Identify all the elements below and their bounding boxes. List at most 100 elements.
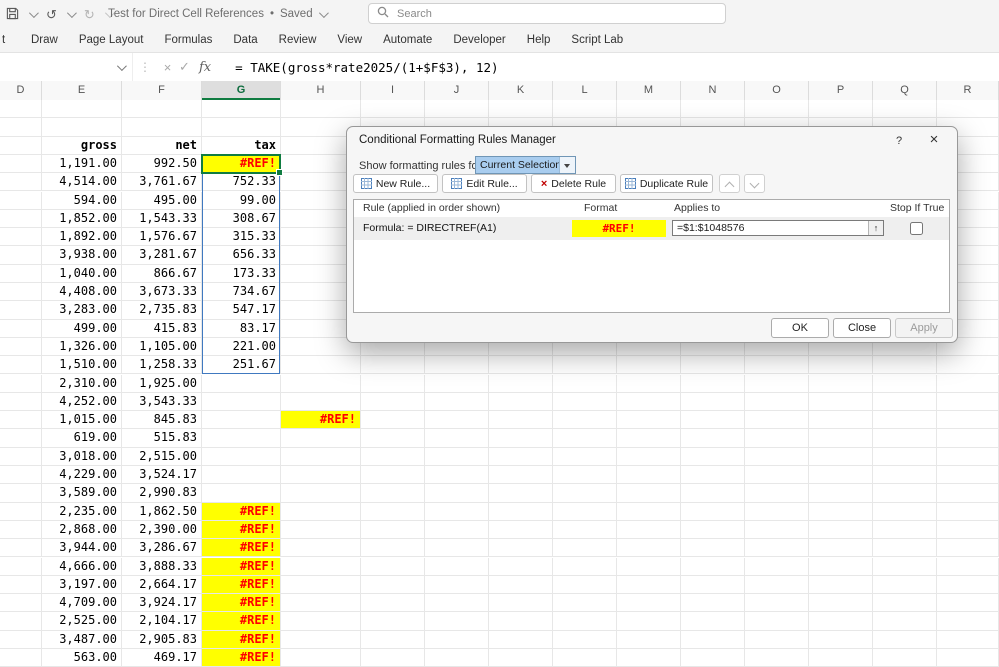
column-header-E[interactable]: E	[42, 81, 122, 100]
cell-K27[interactable]	[489, 576, 553, 594]
cell-D12[interactable]	[0, 301, 42, 319]
cell-D25[interactable]	[0, 539, 42, 557]
cell-L31[interactable]	[553, 649, 617, 667]
cell-R20[interactable]	[937, 448, 999, 466]
cell-I21[interactable]	[361, 466, 425, 484]
cell-F13[interactable]: 415.83	[122, 320, 202, 338]
cell-O30[interactable]	[745, 631, 809, 649]
cell-H22[interactable]	[281, 484, 361, 502]
cell-K1[interactable]	[489, 100, 553, 118]
cell-R30[interactable]	[937, 631, 999, 649]
cell-E23[interactable]: 2,235.00	[42, 503, 122, 521]
cell-D8[interactable]	[0, 228, 42, 246]
cell-P16[interactable]	[809, 375, 873, 393]
cell-L17[interactable]	[553, 393, 617, 411]
column-header-G[interactable]: G	[202, 81, 281, 100]
cell-M28[interactable]	[617, 594, 681, 612]
cell-O20[interactable]	[745, 448, 809, 466]
cell-J17[interactable]	[425, 393, 489, 411]
cell-F23[interactable]: 1,862.50	[122, 503, 202, 521]
cell-D17[interactable]	[0, 393, 42, 411]
cell-G30[interactable]: #REF!	[202, 631, 281, 649]
cell-N28[interactable]	[681, 594, 745, 612]
cell-J25[interactable]	[425, 539, 489, 557]
cell-M20[interactable]	[617, 448, 681, 466]
cell-P27[interactable]	[809, 576, 873, 594]
cell-R17[interactable]	[937, 393, 999, 411]
name-box-dropdown-icon[interactable]	[117, 61, 127, 71]
cell-I26[interactable]	[361, 558, 425, 576]
cell-K28[interactable]	[489, 594, 553, 612]
cell-O1[interactable]	[745, 100, 809, 118]
cell-Q24[interactable]	[873, 521, 937, 539]
cell-I16[interactable]	[361, 375, 425, 393]
cell-D6[interactable]	[0, 192, 42, 210]
insert-function-icon[interactable]: fx	[199, 60, 211, 75]
cell-J19[interactable]	[425, 429, 489, 447]
cell-G14[interactable]: 221.00	[202, 338, 281, 356]
cell-G31[interactable]: #REF!	[202, 649, 281, 667]
cell-P15[interactable]	[809, 356, 873, 374]
tab-view[interactable]: View	[337, 34, 362, 46]
tab-data[interactable]: Data	[233, 34, 257, 46]
cell-G17[interactable]	[202, 393, 281, 411]
cell-P1[interactable]	[809, 100, 873, 118]
tab-script-lab[interactable]: Script Lab	[571, 34, 623, 46]
cell-G18[interactable]	[202, 411, 281, 429]
column-header-M[interactable]: M	[617, 81, 681, 100]
cell-O24[interactable]	[745, 521, 809, 539]
cell-E1[interactable]	[42, 100, 122, 118]
cell-G2[interactable]	[202, 118, 281, 136]
document-title[interactable]: Test for Direct Cell References • Saved	[108, 0, 326, 28]
cell-H31[interactable]	[281, 649, 361, 667]
cell-R28[interactable]	[937, 594, 999, 612]
cell-M27[interactable]	[617, 576, 681, 594]
cell-M22[interactable]	[617, 484, 681, 502]
cell-K22[interactable]	[489, 484, 553, 502]
cell-P30[interactable]	[809, 631, 873, 649]
cell-Q21[interactable]	[873, 466, 937, 484]
cell-R24[interactable]	[937, 521, 999, 539]
cell-D1[interactable]	[0, 100, 42, 118]
cell-P26[interactable]	[809, 558, 873, 576]
cell-O31[interactable]	[745, 649, 809, 667]
cell-P23[interactable]	[809, 503, 873, 521]
cell-R27[interactable]	[937, 576, 999, 594]
cell-K17[interactable]	[489, 393, 553, 411]
cell-H17[interactable]	[281, 393, 361, 411]
cell-F15[interactable]: 1,258.33	[122, 356, 202, 374]
cell-I18[interactable]	[361, 411, 425, 429]
cell-M26[interactable]	[617, 558, 681, 576]
cell-G15[interactable]: 251.67	[202, 356, 281, 374]
cell-L1[interactable]	[553, 100, 617, 118]
cell-D31[interactable]	[0, 649, 42, 667]
cell-P29[interactable]	[809, 612, 873, 630]
cell-Q29[interactable]	[873, 612, 937, 630]
ok-button[interactable]: OK	[771, 318, 829, 338]
save-dropdown-icon[interactable]	[29, 8, 39, 18]
cell-D26[interactable]	[0, 558, 42, 576]
cell-M29[interactable]	[617, 612, 681, 630]
cell-J28[interactable]	[425, 594, 489, 612]
cell-L20[interactable]	[553, 448, 617, 466]
cell-H15[interactable]	[281, 356, 361, 374]
cell-F30[interactable]: 2,905.83	[122, 631, 202, 649]
cell-Q20[interactable]	[873, 448, 937, 466]
cell-H30[interactable]	[281, 631, 361, 649]
rule-row[interactable]: Formula: = DIRECTREF(A1) #REF! =$1:$1048…	[354, 217, 949, 240]
cell-J23[interactable]	[425, 503, 489, 521]
cell-Q26[interactable]	[873, 558, 937, 576]
cell-D5[interactable]	[0, 173, 42, 191]
cell-M24[interactable]	[617, 521, 681, 539]
apply-button[interactable]: Apply	[895, 318, 953, 338]
cell-I24[interactable]	[361, 521, 425, 539]
cell-Q1[interactable]	[873, 100, 937, 118]
cell-J24[interactable]	[425, 521, 489, 539]
cell-D30[interactable]	[0, 631, 42, 649]
tab-page-layout[interactable]: Page Layout	[79, 34, 144, 46]
cell-N24[interactable]	[681, 521, 745, 539]
cell-F8[interactable]: 1,576.67	[122, 228, 202, 246]
cell-H18[interactable]: #REF!	[281, 411, 361, 429]
cell-L21[interactable]	[553, 466, 617, 484]
cell-E28[interactable]: 4,709.00	[42, 594, 122, 612]
